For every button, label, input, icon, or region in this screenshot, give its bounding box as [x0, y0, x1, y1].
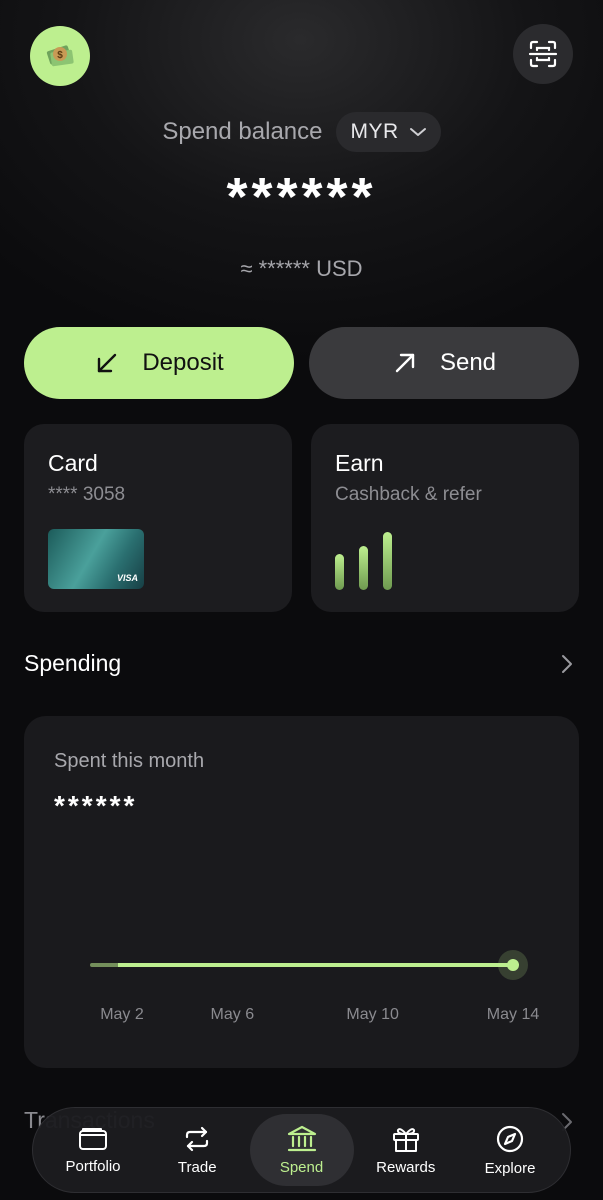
- line-fade: [88, 961, 118, 969]
- bar-chart-icon: [335, 532, 392, 590]
- card-number: **** 3058: [48, 484, 126, 505]
- nav-label: Spend: [279, 1158, 324, 1176]
- nav-label: Explore: [484, 1159, 536, 1177]
- card-tile-title: Card: [48, 450, 98, 476]
- data-point: [507, 959, 519, 971]
- x-tick-label: May 2: [100, 1006, 144, 1023]
- nav-explore[interactable]: Explore: [458, 1114, 562, 1186]
- spending-chart: May 2 May 6 May 10 May 14: [88, 950, 540, 1023]
- deposit-button[interactable]: Deposit: [24, 327, 294, 399]
- compass-icon: [496, 1125, 524, 1152]
- x-tick-label: May 10: [346, 1006, 399, 1023]
- nav-label: Portfolio: [65, 1157, 121, 1175]
- balance-value: ******: [226, 167, 377, 227]
- card-thumbnail: VISA: [48, 529, 144, 589]
- nav-label: Trade: [177, 1158, 217, 1176]
- send-button[interactable]: Send: [309, 327, 579, 399]
- earn-tile-title: Earn: [335, 450, 384, 476]
- earn-subtitle: Cashback & refer: [335, 484, 482, 505]
- card-tile[interactable]: Card **** 3058 VISA: [24, 424, 292, 612]
- balance-label: Spend balance: [162, 118, 323, 145]
- arrow-up-right-icon: [395, 353, 415, 373]
- nav-label: Rewards: [376, 1158, 436, 1176]
- svg-text:$: $: [57, 50, 63, 61]
- avatar[interactable]: $: [30, 26, 90, 86]
- wallet-icon: [79, 1127, 107, 1150]
- gift-icon: [392, 1127, 419, 1152]
- spending-card[interactable]: Spent this month ****** May 2 May 6 May 10…: [24, 716, 579, 1068]
- money-bag-icon: $: [46, 45, 74, 67]
- send-label: Send: [439, 349, 497, 376]
- visa-logo: VISA: [116, 573, 138, 583]
- currency-code: MYR: [350, 120, 399, 143]
- bottom-nav: Portfolio Trade Spend Rewards Explore: [32, 1107, 571, 1193]
- nav-spend[interactable]: Spend: [249, 1114, 354, 1186]
- chevron-right-icon[interactable]: [557, 652, 577, 676]
- currency-selector[interactable]: MYR: [336, 112, 441, 152]
- scan-icon: [528, 40, 558, 68]
- swap-icon: [186, 1126, 209, 1151]
- scan-button[interactable]: [513, 24, 573, 84]
- arrow-down-left-icon: [98, 353, 117, 373]
- spending-title: Spending: [24, 650, 122, 676]
- nav-rewards[interactable]: Rewards: [354, 1114, 458, 1186]
- chevron-down-icon: [409, 128, 426, 136]
- deposit-label: Deposit: [142, 349, 224, 376]
- nav-trade[interactable]: Trade: [145, 1114, 249, 1186]
- nav-portfolio[interactable]: Portfolio: [41, 1114, 145, 1186]
- bank-icon: [287, 1125, 316, 1151]
- x-tick-label: May 6: [211, 1006, 255, 1023]
- x-tick-label: May 14: [487, 1006, 540, 1023]
- balance-header: Spend balance MYR: [0, 110, 603, 154]
- earn-tile[interactable]: Earn Cashback & refer: [311, 424, 579, 612]
- usd-equivalent: ≈ ****** USD: [240, 256, 363, 281]
